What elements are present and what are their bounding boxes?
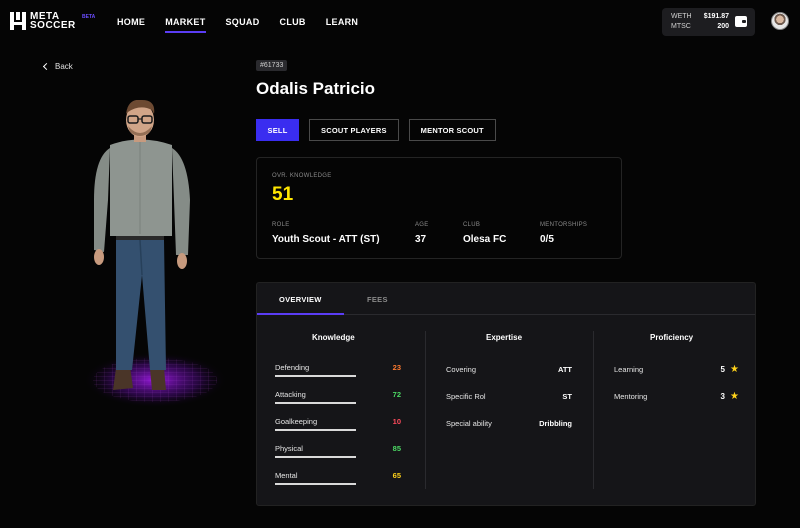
knowledge-row: Goalkeeping 10	[275, 417, 401, 437]
nav-links: HOME MARKET SQUAD CLUB LEARN	[117, 17, 378, 33]
knowledge-value: 85	[392, 444, 401, 453]
nav-squad[interactable]: SQUAD	[226, 17, 260, 27]
mentorships-label: MENTORSHIPS	[540, 222, 588, 228]
beta-badge: BETA	[82, 14, 96, 20]
mentor-scout-button[interactable]: MENTOR SCOUT	[408, 119, 496, 141]
back-link[interactable]: Back	[42, 62, 73, 71]
role-label: ROLE	[272, 222, 290, 228]
proficiency-value: 5	[720, 365, 725, 374]
knowledge-row: Physical 85	[275, 444, 401, 464]
knowledge-title: Knowledge	[312, 333, 355, 342]
mtsc-label: MTSC	[671, 23, 691, 30]
sell-button[interactable]: SELL	[256, 119, 299, 141]
scout-players-button[interactable]: SCOUT PLAYERS	[309, 119, 399, 141]
wallet-icon[interactable]	[735, 16, 747, 27]
knowledge-bar-fill	[275, 375, 356, 377]
knowledge-label: Attacking	[275, 390, 306, 399]
expertise-title: Expertise	[486, 333, 523, 342]
knowledge-value: 65	[392, 471, 401, 480]
wallet-balance[interactable]: WETH $191.87 MTSC 200	[662, 8, 755, 36]
ovr-knowledge-value: 51	[272, 184, 294, 205]
knowledge-bar	[275, 402, 356, 404]
expertise-label: Specific Rol	[446, 392, 486, 401]
star-icon: ★	[730, 391, 739, 402]
expertise-value: Dribbling	[539, 419, 572, 428]
mtsc-value: 200	[717, 23, 729, 30]
expertise-label: Covering	[446, 365, 477, 374]
knowledge-bar	[275, 483, 356, 485]
knowledge-bar	[275, 375, 356, 377]
knowledge-label: Goalkeeping	[275, 417, 318, 426]
knowledge-value: 23	[392, 363, 401, 372]
top-nav: META SOCCER BETA HOME MARKET SQUAD CLUB …	[0, 0, 800, 44]
nav-learn[interactable]: LEARN	[326, 17, 359, 27]
knowledge-bar	[275, 456, 356, 458]
knowledge-bar-fill	[275, 402, 356, 404]
knowledge-value: 10	[392, 417, 401, 426]
knowledge-bar	[275, 429, 356, 431]
age-value: 37	[415, 234, 427, 245]
nav-club[interactable]: CLUB	[280, 17, 306, 27]
knowledge-bar-fill	[275, 429, 356, 431]
expertise-label: Special ability	[446, 419, 492, 428]
tab-overview[interactable]: OVERVIEW	[279, 295, 322, 304]
chevron-left-icon	[42, 62, 51, 71]
knowledge-row: Attacking 72	[275, 390, 401, 410]
proficiency-label: Learning	[614, 365, 644, 374]
knowledge-label: Mental	[275, 471, 298, 480]
tab-active-indicator	[257, 313, 344, 315]
mentorships-value: 0/5	[540, 234, 554, 245]
ovr-knowledge-label: OVR. KNOWLEDGE	[272, 173, 332, 179]
column-divider	[593, 331, 594, 489]
knowledge-label: Physical	[275, 444, 303, 453]
back-label: Back	[55, 62, 73, 71]
stats-card: OVR. KNOWLEDGE 51 ROLE Youth Scout - ATT…	[256, 157, 622, 259]
proficiency-label: Mentoring	[614, 392, 648, 401]
details-panel: OVERVIEW FEES Knowledge Defending 23 Attac…	[256, 282, 756, 506]
scout-character-image	[83, 100, 227, 408]
club-label: CLUB	[463, 222, 481, 228]
tab-fees[interactable]: FEES	[367, 295, 388, 304]
weth-label: WETH	[671, 13, 692, 20]
expertise-value: ST	[562, 392, 572, 401]
nav-market[interactable]: MARKET	[165, 17, 206, 33]
user-avatar[interactable]	[771, 12, 789, 30]
age-label: AGE	[415, 222, 429, 228]
logo-mark-icon	[10, 12, 26, 30]
proficiency-value: 3	[720, 392, 725, 401]
nav-home[interactable]: HOME	[117, 17, 145, 27]
knowledge-row: Defending 23	[275, 363, 401, 383]
weth-value: $191.87	[703, 13, 729, 20]
column-divider	[425, 331, 426, 489]
action-buttons: SELL SCOUT PLAYERS MENTOR SCOUT	[256, 119, 496, 141]
proficiency-title: Proficiency	[650, 333, 694, 342]
logo-text: META SOCCER	[30, 11, 76, 31]
knowledge-bar-fill	[275, 483, 356, 485]
expertise-value: ATT	[557, 365, 572, 374]
role-value: Youth Scout - ATT (ST)	[272, 234, 380, 245]
meta-soccer-logo[interactable]: META SOCCER BETA	[10, 11, 95, 31]
knowledge-value: 72	[392, 390, 401, 399]
player-id-badge: #61733	[256, 60, 288, 71]
knowledge-row: Mental 65	[275, 471, 401, 491]
player-name: Odalis Patricio	[256, 79, 376, 98]
star-icon: ★	[730, 364, 739, 375]
knowledge-bar-fill	[275, 456, 356, 458]
knowledge-label: Defending	[275, 363, 310, 372]
club-value: Olesa FC	[463, 234, 507, 245]
